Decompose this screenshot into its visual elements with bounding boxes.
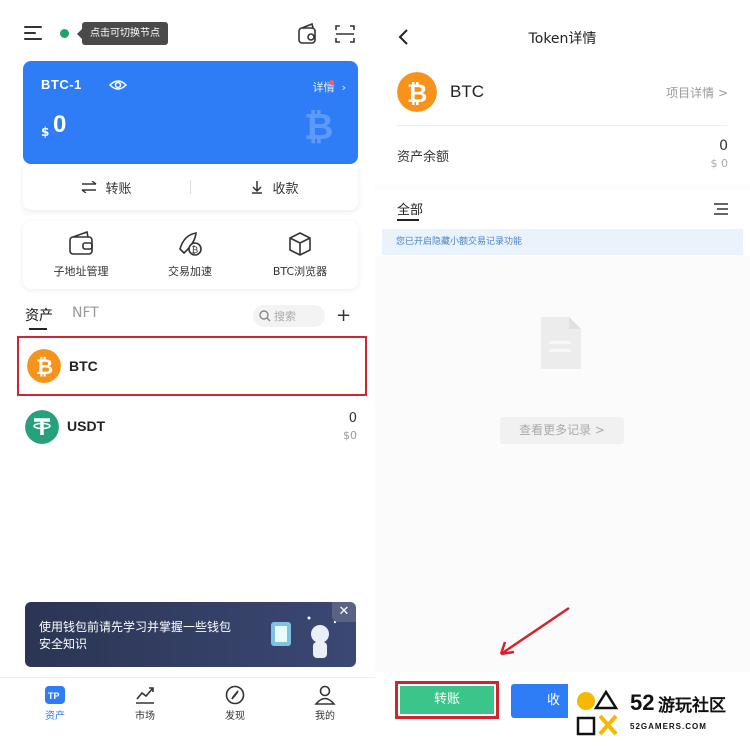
transfer-button[interactable]: 转账	[395, 681, 499, 719]
balance-value: 0	[719, 138, 728, 154]
tool-tx-accelerate[interactable]: ₿ 交易加速	[135, 229, 245, 284]
watermark-number: 52	[630, 690, 655, 715]
project-detail-link[interactable]: 项目详情 >	[666, 84, 728, 101]
tab-discover-nav[interactable]: 发现	[205, 685, 265, 722]
transfer-label: 转账	[105, 181, 132, 197]
filter-icon[interactable]	[714, 203, 728, 215]
tool-label: BTC浏览器	[272, 265, 328, 278]
svg-text:₿: ₿	[36, 355, 53, 379]
wallet-icon	[69, 231, 93, 255]
asset-fiat-value: $0	[343, 429, 357, 442]
transfer-label: 转账	[400, 686, 494, 714]
site-watermark-logo: 52 游玩社区 52GAMERS.COM	[568, 678, 750, 747]
asset-amount: 0	[348, 411, 357, 426]
asset-row-usdt[interactable]: USDT 0 $0	[17, 398, 367, 458]
security-tips-banner[interactable]: 使用钱包前请先学习并掌握一些钱包安全知识 ✕	[25, 602, 356, 667]
compass-icon	[225, 685, 245, 705]
tool-subaddress[interactable]: 子地址管理	[26, 229, 136, 284]
asset-tabs: 资产 NFT 搜索 +	[25, 305, 360, 331]
node-status-dot[interactable]	[60, 29, 69, 38]
tab-label: 资产	[45, 711, 65, 722]
wallet-action-row: 转账 收款	[23, 164, 358, 210]
token-name: BTC	[450, 82, 484, 101]
transfer-button[interactable]: 转账	[23, 164, 190, 210]
chart-icon	[136, 687, 154, 704]
empty-document-icon	[541, 317, 581, 369]
search-placeholder: 搜索	[274, 310, 296, 323]
active-tab-indicator	[29, 328, 47, 330]
tab-profile-nav[interactable]: 我的	[295, 685, 355, 722]
menu-icon[interactable]	[24, 24, 44, 42]
page-title: Token详情	[528, 31, 597, 47]
wallet-card[interactable]: BTC-1 详情 › $ 0 ₿	[23, 61, 358, 164]
watermark-name: 游玩社区	[658, 696, 726, 716]
tool-label: 交易加速	[168, 265, 212, 278]
banner-text: 使用钱包前请先学习并掌握一些钱包安全知识	[39, 620, 232, 651]
svg-text:₿: ₿	[192, 245, 199, 256]
tether-icon	[25, 410, 59, 444]
active-tab-indicator	[397, 219, 419, 221]
bitcoin-icon: ₿	[397, 72, 437, 112]
balance-fiat: $ 0	[710, 157, 729, 170]
balance-label: 资产余额	[397, 150, 450, 165]
tab-label: 发现	[225, 711, 245, 722]
divider	[397, 125, 727, 126]
svg-text:TP: TP	[48, 691, 60, 701]
asset-symbol: USDT	[67, 418, 106, 434]
add-token-button[interactable]: +	[336, 305, 351, 326]
transfer-icon	[82, 181, 97, 193]
receive-icon	[252, 181, 263, 194]
scan-icon[interactable]	[333, 22, 357, 46]
svg-text:₿: ₿	[407, 79, 427, 108]
red-arrow-annotation-icon	[499, 606, 570, 656]
node-switch-tooltip: 点击可切换节点	[77, 22, 168, 45]
tab-market-nav[interactable]: 市场	[115, 685, 175, 722]
cube-browser-icon	[289, 232, 311, 256]
wallet-name: BTC-1	[41, 77, 82, 92]
tools-panel: 子地址管理 ₿ 交易加速 BTC浏览器	[23, 221, 358, 289]
tab-assets-nav[interactable]: TP 资产	[25, 685, 85, 722]
tab-nft[interactable]: NFT	[72, 305, 99, 321]
hidden-small-tx-notice: 您已开启隐藏小额交易记录功能	[382, 229, 743, 255]
tab-assets[interactable]: 资产	[25, 305, 53, 325]
notification-dot	[329, 80, 334, 85]
tool-btc-browser[interactable]: BTC浏览器	[245, 229, 355, 284]
svg-text:₿: ₿	[304, 107, 333, 146]
tab-label: 我的	[315, 711, 335, 722]
tp-wallet-icon: TP	[45, 686, 65, 704]
receive-button[interactable]: 收款	[191, 164, 358, 210]
user-icon	[314, 685, 336, 705]
receive-label: 收款	[272, 181, 299, 197]
asset-row-btc[interactable]: ₿ BTC	[17, 336, 367, 396]
controller-buttons-icon	[576, 689, 619, 736]
token-detail-screen: Token详情 ₿ BTC 项目详情 > 资产余额 0 $ 0 全部 您已开启隐…	[375, 0, 750, 747]
wallet-home-screen: 点击可切换节点 BTC-1 详情 › $ 0 ₿ 转账 收款 子地址管理 ₿ 交…	[0, 0, 375, 747]
filter-tab-all[interactable]: 全部	[397, 199, 423, 218]
currency-symbol: $	[41, 125, 50, 139]
tab-label: 市场	[135, 711, 155, 722]
eye-icon[interactable]	[109, 78, 127, 92]
bitcoin-watermark-icon: ₿	[304, 107, 333, 146]
watermark-domain: 52GAMERS.COM	[630, 722, 707, 731]
bottom-tab-bar: TP 资产 市场 发现 我的	[0, 677, 375, 747]
rocket-bitcoin-icon: ₿	[179, 232, 202, 256]
close-icon[interactable]: ✕	[332, 602, 356, 622]
tool-label: 子地址管理	[53, 265, 109, 278]
view-more-records-button[interactable]: 查看更多记录 >	[500, 417, 624, 444]
asset-symbol: BTC	[69, 358, 98, 374]
wallet-manage-icon[interactable]	[296, 22, 320, 46]
bitcoin-icon: ₿	[27, 349, 61, 383]
search-icon	[259, 310, 271, 322]
search-input[interactable]: 搜索	[253, 305, 325, 327]
wallet-balance: 0	[53, 111, 67, 138]
